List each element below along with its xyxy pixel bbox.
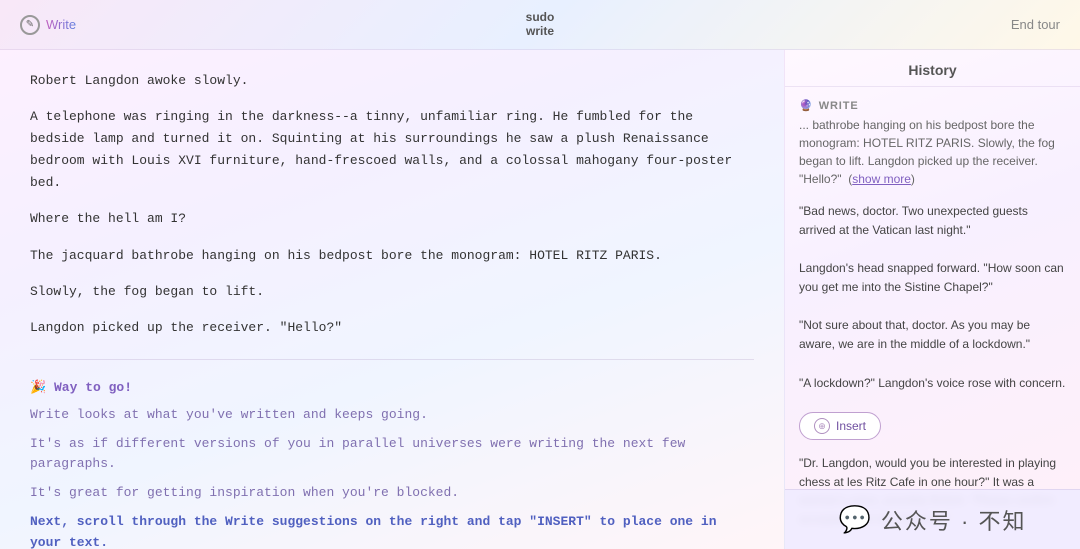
paragraph-4: The jacquard bathrobe hanging on his bed… [30,245,754,267]
suggestion-line-2: It's as if different versions of you in … [30,434,754,476]
suggestion-header: 🎉 Way to go! [30,380,754,395]
history-content[interactable]: 🔮 WRITE ... bathrobe hanging on his bedp… [785,87,1080,549]
history-item-1: "Bad news, doctor. Two unexpected guests… [799,202,1066,249]
insert-icon-1: ⊕ [814,418,830,434]
write-entry-icon: 🔮 [799,99,813,112]
story-text: Robert Langdon awoke slowly. A telephone… [30,70,754,339]
paragraph-2: A telephone was ringing in the darkness-… [30,106,754,194]
right-panel: History 🔮 WRITE ... bathrobe hanging on … [785,50,1080,549]
paragraph-6: Langdon picked up the receiver. "Hello?" [30,317,754,339]
write-icon: ✎ [20,15,40,35]
end-tour-button[interactable]: End tour [1011,17,1060,32]
write-label: Write [46,17,76,32]
wechat-overlay: 💬 公众号 · 不知 [785,489,1080,549]
suggestion-line-3: It's great for getting inspiration when … [30,483,754,504]
write-entry-label: WRITE [819,100,859,112]
write-entry: 🔮 WRITE ... bathrobe hanging on his bedp… [799,99,1066,188]
history-item-4: "A lockdown?" Langdon's voice rose with … [799,374,1066,403]
header-center: sudo write [526,11,555,37]
suggestion-line-1: Write looks at what you've written and k… [30,405,754,426]
main-content: Robert Langdon awoke slowly. A telephone… [0,50,1080,549]
show-more-link[interactable]: show more [852,172,911,186]
wechat-text: 公众号 · 不知 [881,504,1027,536]
insert-button-1[interactable]: ⊕ Insert [799,412,881,440]
suggestion-block: 🎉 Way to go! Write looks at what you've … [30,370,754,549]
write-preview-text: ... bathrobe hanging on his bedpost bore… [799,116,1066,188]
write-label-row: 🔮 WRITE [799,99,1066,112]
suggestion-line-4: Next, scroll through the Write suggestio… [30,512,754,549]
paragraph-3: Where the hell am I? [30,208,754,230]
history-item-3: "Not sure about that, doctor. As you may… [799,316,1066,363]
header-logo: ✎ Write [20,15,76,35]
paragraph-1: Robert Langdon awoke slowly. [30,70,754,92]
wechat-icon: 💬 [839,504,873,535]
divider [30,359,754,360]
header: ✎ Write sudo write End tour [0,0,1080,50]
history-header: History [785,50,1080,87]
left-panel: Robert Langdon awoke slowly. A telephone… [0,50,785,549]
paragraph-5: Slowly, the fog began to lift. [30,281,754,303]
history-item-2: Langdon's head snapped forward. "How soo… [799,259,1066,306]
insert-label-1: Insert [836,419,866,433]
app-title-line2: write [526,25,555,38]
